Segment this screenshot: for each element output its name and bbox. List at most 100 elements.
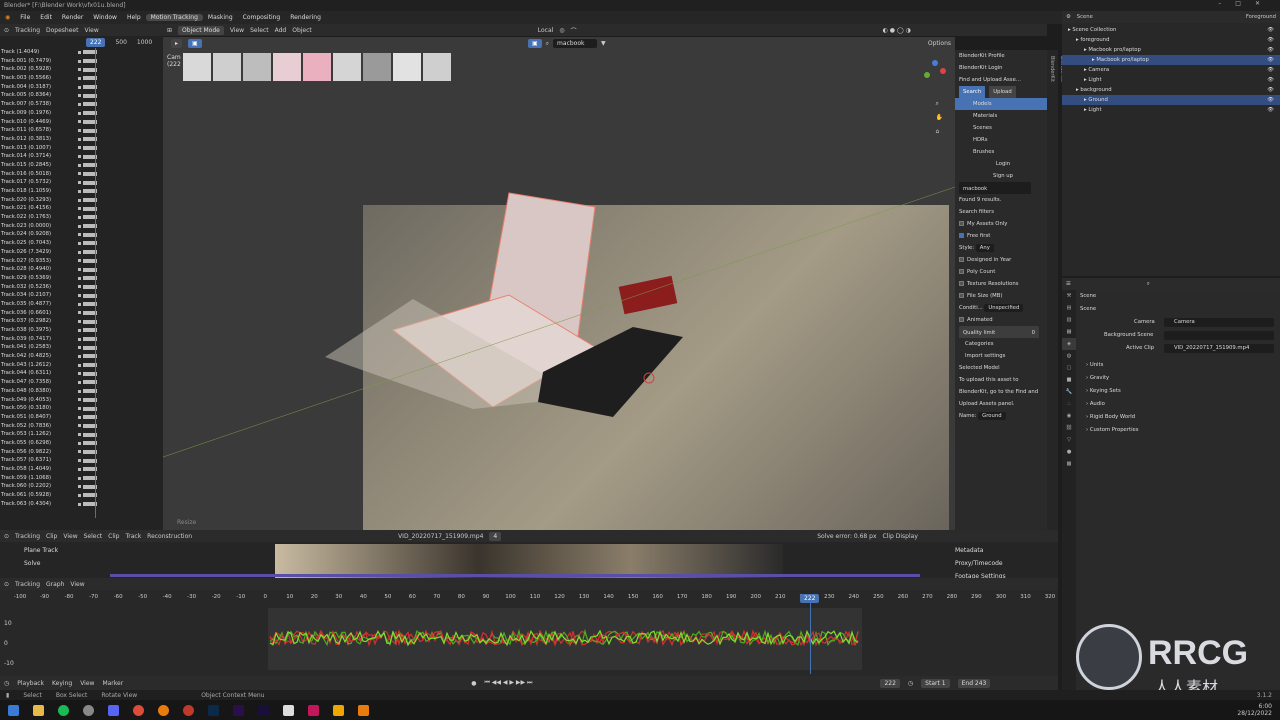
outliner-item[interactable]: ▸ Camera 👁: [1062, 65, 1280, 75]
track-toggle-icons[interactable]: [78, 378, 163, 387]
login-button[interactable]: Login: [955, 158, 1047, 170]
track-toggle-icons[interactable]: [78, 387, 163, 396]
track-toggle-icons[interactable]: [78, 361, 163, 370]
orientation-select[interactable]: Local: [538, 27, 554, 34]
track-row[interactable]: Track.012 (0.3813): [0, 135, 163, 144]
bg-scene-field[interactable]: [1164, 331, 1274, 340]
playback-menu[interactable]: Playback: [17, 680, 44, 687]
output-tab-icon[interactable]: ▥: [1062, 314, 1076, 326]
app-icon[interactable]: [308, 705, 319, 716]
prop-section-5[interactable]: › Custom Properties: [1080, 424, 1280, 437]
menu-file[interactable]: File: [15, 14, 35, 21]
visibility-eye-icon[interactable]: 👁: [1267, 55, 1274, 65]
viewport-view-menu[interactable]: View: [230, 27, 244, 34]
track-row[interactable]: Track.057 (0.6371): [0, 456, 163, 465]
track-toggle-icons[interactable]: [78, 396, 163, 405]
track-toggle-icons[interactable]: [78, 230, 163, 239]
view-layer-select[interactable]: Foreground: [1246, 14, 1276, 20]
track-row[interactable]: Track.063 (0.4304): [0, 500, 163, 509]
track-row[interactable]: Track.061 (0.5928): [0, 491, 163, 500]
window-controls[interactable]: –□✕: [1218, 0, 1274, 7]
tab-compositing[interactable]: Compositing: [238, 14, 286, 21]
track-toggle-icons[interactable]: [78, 309, 163, 318]
style-select[interactable]: Any: [975, 244, 994, 252]
track-toggle-icons[interactable]: [78, 204, 163, 213]
texture-tab-icon[interactable]: ▩: [1062, 458, 1076, 470]
viewport-select-menu[interactable]: Select: [250, 27, 269, 34]
dopesheet-view-menu[interactable]: View: [84, 27, 98, 34]
track-toggle-icons[interactable]: [78, 161, 163, 170]
view-layer-tab-icon[interactable]: ▦: [1062, 326, 1076, 338]
metadata-panel[interactable]: Metadata: [955, 544, 1006, 557]
end-frame-field[interactable]: End 243: [957, 678, 991, 688]
tab-masking[interactable]: Masking: [203, 14, 238, 21]
track-toggle-icons[interactable]: [78, 404, 163, 413]
track-row[interactable]: Track.026 (7.3429): [0, 248, 163, 257]
track-row[interactable]: Track.020 (0.3293): [0, 196, 163, 205]
free-first-checkbox[interactable]: [959, 233, 964, 238]
track-row[interactable]: Track.036 (0.6601): [0, 309, 163, 318]
timeline-editor-icon[interactable]: ◷: [4, 680, 9, 687]
track-row[interactable]: Track.038 (0.3975): [0, 326, 163, 335]
track-row[interactable]: Track.003 (0.5566): [0, 74, 163, 83]
clip-clip-menu[interactable]: Clip: [108, 533, 119, 540]
world-tab-icon[interactable]: ◍: [1062, 350, 1076, 362]
sidebar-tab[interactable]: BlenderKit: [1047, 56, 1057, 92]
visibility-eye-icon[interactable]: 👁: [1267, 105, 1274, 115]
navigation-gizmo[interactable]: [923, 59, 947, 83]
track-toggle-icons[interactable]: [78, 265, 163, 274]
track-row[interactable]: Track.015 (0.2845): [0, 161, 163, 170]
outliner-item[interactable]: ▸ background 👁: [1062, 85, 1280, 95]
track-toggle-icons[interactable]: [78, 100, 163, 109]
marker-menu[interactable]: Marker: [102, 680, 123, 687]
track-toggle-icons[interactable]: [78, 248, 163, 257]
track-toggle-icons[interactable]: [78, 83, 163, 92]
category-models[interactable]: Models: [955, 98, 1047, 110]
track-row[interactable]: Track.032 (0.5236): [0, 283, 163, 292]
track-toggle-icons[interactable]: [78, 326, 163, 335]
track-row[interactable]: Track.017 (0.5732): [0, 178, 163, 187]
visibility-eye-icon[interactable]: 👁: [1267, 35, 1274, 45]
proportional-icon[interactable]: ◎: [559, 27, 564, 34]
track-toggle-icons[interactable]: [78, 439, 163, 448]
plane-track-panel[interactable]: Plane Track: [4, 544, 58, 557]
track-toggle-icons[interactable]: [78, 48, 163, 57]
track-row[interactable]: Track.044 (0.6311): [0, 369, 163, 378]
track-row[interactable]: Track.059 (1.1068): [0, 474, 163, 483]
track-toggle-icons[interactable]: [78, 482, 163, 491]
import-settings-toggle[interactable]: Import settings: [955, 350, 1047, 362]
track-row[interactable]: Track (1.4049): [0, 48, 163, 57]
track-toggle-icons[interactable]: [78, 144, 163, 153]
track-row[interactable]: Track.007 (0.5738): [0, 100, 163, 109]
track-toggle-icons[interactable]: [78, 126, 163, 135]
record-icon[interactable]: ●: [471, 680, 476, 687]
visibility-eye-icon[interactable]: 👁: [1267, 95, 1274, 105]
particles-tab-icon[interactable]: ∴: [1062, 398, 1076, 410]
timeline-view-menu[interactable]: View: [80, 680, 94, 687]
viewport-add-menu[interactable]: Add: [275, 27, 287, 34]
keying-menu[interactable]: Keying: [52, 680, 72, 687]
properties-editor-icon[interactable]: ☰: [1066, 281, 1071, 287]
category-scenes[interactable]: Scenes: [955, 122, 1047, 134]
outliner-item[interactable]: ▸ Ground 👁: [1062, 95, 1280, 105]
scene-panel-header[interactable]: Scene: [1080, 303, 1280, 316]
track-toggle-icons[interactable]: [78, 274, 163, 283]
track-row[interactable]: Track.016 (0.5018): [0, 170, 163, 179]
dopesheet-mode[interactable]: Dopesheet: [46, 27, 78, 34]
track-toggle-icons[interactable]: [78, 213, 163, 222]
track-toggle-icons[interactable]: [78, 465, 163, 474]
track-row[interactable]: Track.055 (0.6298): [0, 439, 163, 448]
current-frame-marker[interactable]: 222: [86, 37, 106, 47]
camera-view-icon[interactable]: ⌂: [936, 125, 943, 139]
material-tab-icon[interactable]: ●: [1062, 446, 1076, 458]
category-brushes[interactable]: Brushes: [955, 146, 1047, 158]
quality-slider[interactable]: Quality limit 0: [959, 326, 1039, 338]
track-toggle-icons[interactable]: [78, 170, 163, 179]
start-frame-field[interactable]: Start 1: [921, 678, 950, 688]
file-explorer-icon[interactable]: [33, 705, 44, 716]
spotify-icon[interactable]: [58, 705, 69, 716]
prop-section-3[interactable]: › Audio: [1080, 398, 1280, 411]
track-toggle-icons[interactable]: [78, 474, 163, 483]
track-row[interactable]: Track.050 (0.3180): [0, 404, 163, 413]
menu-window[interactable]: Window: [88, 14, 122, 21]
